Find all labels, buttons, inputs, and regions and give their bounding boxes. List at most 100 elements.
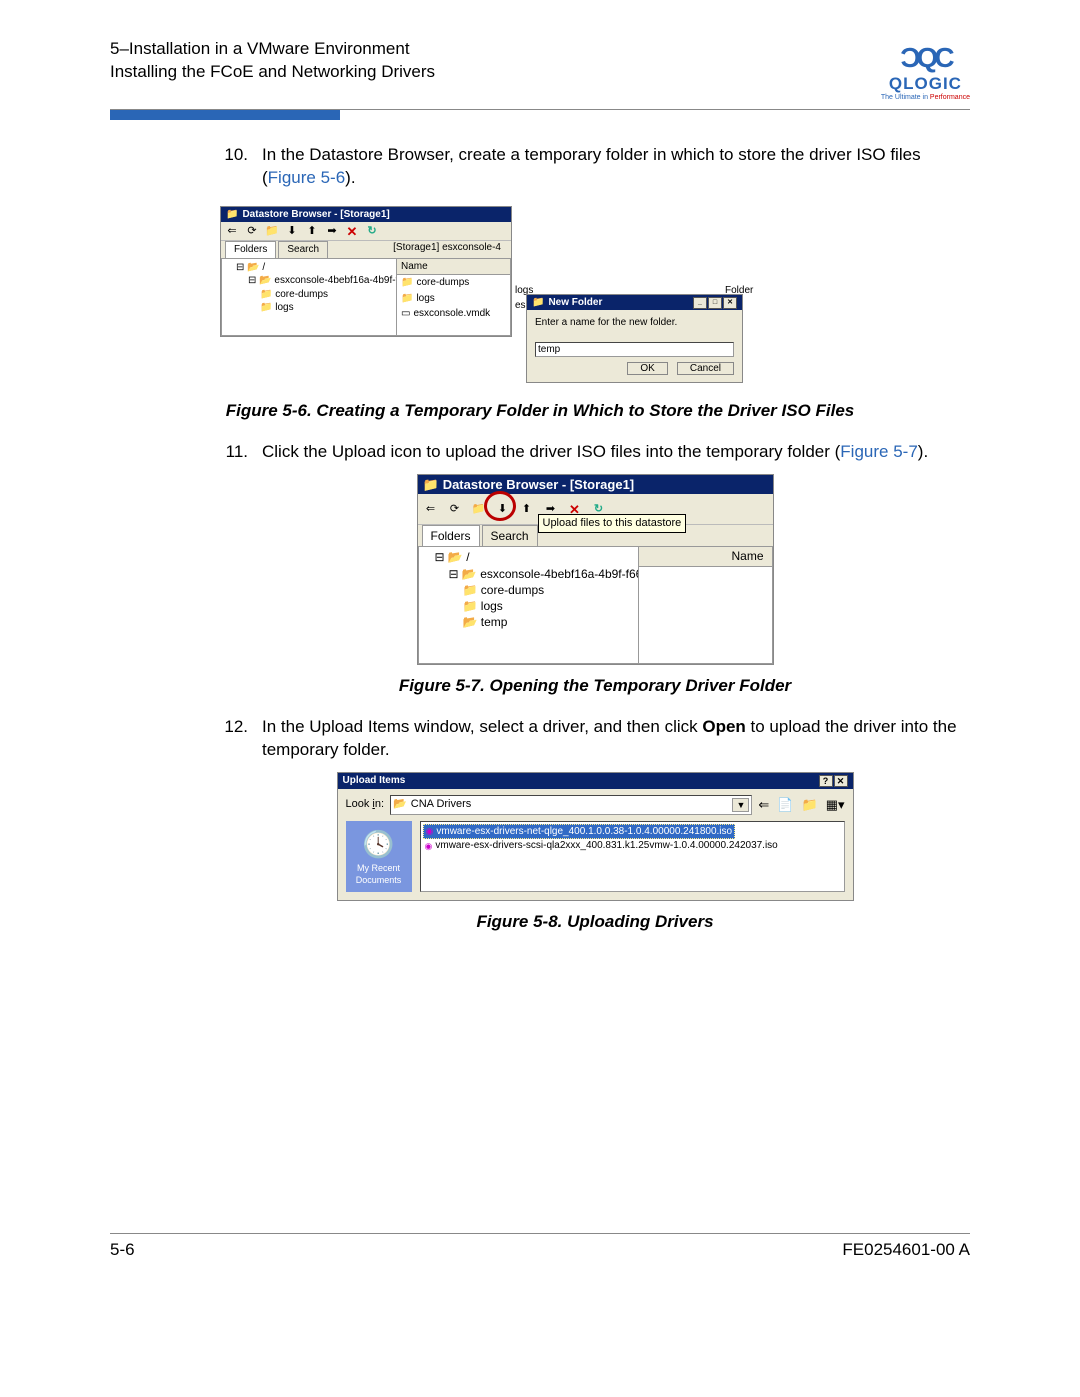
file-list[interactable]: Name 📁core-dumps 📁logs ▭esxconsole.vmdk bbox=[397, 258, 511, 336]
dialog-titlebar[interactable]: 📁 New Folder _ □ ✕ bbox=[527, 295, 742, 311]
tree-toggle-icon[interactable]: ⊟ bbox=[248, 275, 256, 286]
doc-id: FE0254601-00 A bbox=[842, 1240, 970, 1260]
figure-5-7: 📁 Datastore Browser - [Storage1] ⇐ ⟳ 📁 ⬇… bbox=[220, 474, 970, 666]
iso-icon: ◉ bbox=[425, 840, 433, 852]
folder-name-input[interactable] bbox=[535, 342, 734, 357]
toolbar: ⇐ ⟳ 📁 ⬇ ⬆ ➡ ✕ ↻ bbox=[221, 222, 511, 241]
bg-fragment: es bbox=[515, 299, 526, 313]
new-folder-icon[interactable]: 📁 bbox=[265, 224, 279, 238]
dialog-title: Upload Items bbox=[343, 774, 406, 788]
folder-icon: 📂 bbox=[448, 550, 463, 564]
tab-folders[interactable]: Folders bbox=[225, 241, 276, 258]
look-in-label: Look in: bbox=[346, 797, 385, 812]
folder-tree[interactable]: ⊟ 📂 / ⊟ 📂 esxconsole-4bebf16a-4b9f-f668 … bbox=[221, 258, 397, 336]
tree-toggle-icon[interactable]: ⊟ bbox=[449, 567, 459, 581]
toolbar-icon[interactable]: ⇐ bbox=[424, 502, 438, 516]
window-title: Datastore Browser - [Storage1] bbox=[242, 208, 389, 222]
step-text: Click the Upload icon to upload the driv… bbox=[262, 441, 928, 464]
upload-items-dialog: Upload Items ? ✕ Look in: 📂 CNA Drivers … bbox=[337, 772, 854, 901]
move-icon[interactable]: ➡ bbox=[325, 224, 339, 238]
upload-icon[interactable]: ⬇ bbox=[285, 224, 299, 238]
close-icon[interactable]: ✕ bbox=[834, 775, 848, 787]
datastore-browser-window: 📁 Datastore Browser - [Storage1] ⇐ ⟳ 📁 ⬇… bbox=[417, 474, 774, 666]
file-row[interactable]: ◉vmware-esx-drivers-scsi-qla2xxx_400.831… bbox=[423, 839, 780, 853]
back-icon[interactable]: ⇐ bbox=[758, 796, 769, 814]
folder-icon: 📁 bbox=[463, 583, 478, 597]
header-line2: Installing the FCoE and Networking Drive… bbox=[110, 61, 435, 84]
folder-icon: 📂 bbox=[462, 567, 477, 581]
page-number: 5-6 bbox=[110, 1240, 135, 1260]
nav-icons: ⇐ 📄 📁 ▦▾ bbox=[758, 796, 844, 814]
column-name: Name bbox=[401, 260, 428, 274]
app-icon: 📁 bbox=[532, 296, 544, 310]
tab-search[interactable]: Search bbox=[278, 241, 328, 258]
tab-search[interactable]: Search bbox=[482, 525, 538, 546]
folder-icon: 📂 bbox=[463, 615, 478, 629]
step-number: 11. bbox=[220, 441, 248, 464]
file-row-selected[interactable]: ◉vmware-esx-drivers-net-qlge_400.1.0.0.3… bbox=[423, 824, 736, 840]
app-icon: 📁 bbox=[226, 208, 238, 222]
logo-word: QLOGIC bbox=[881, 74, 970, 94]
delete-icon[interactable]: ✕ bbox=[345, 224, 359, 238]
header-text: 5–Installation in a VMware Environment I… bbox=[110, 38, 435, 84]
window-titlebar[interactable]: 📁 Datastore Browser - [Storage1] bbox=[418, 475, 773, 495]
tree-toggle-icon[interactable]: ⊟ bbox=[236, 262, 244, 273]
close-icon[interactable]: ✕ bbox=[723, 297, 737, 309]
help-icon[interactable]: ? bbox=[819, 775, 833, 787]
cancel-button[interactable]: Cancel bbox=[677, 362, 734, 375]
look-in-combo[interactable]: 📂 CNA Drivers ▼ bbox=[390, 795, 752, 815]
recent-docs-icon: 🕓 bbox=[348, 827, 410, 862]
column-name: Name bbox=[731, 548, 763, 564]
download-icon[interactable]: ⬆ bbox=[305, 224, 319, 238]
places-bar[interactable]: 🕓 My RecentDocuments bbox=[346, 821, 412, 892]
iso-icon: ◉ bbox=[426, 825, 434, 837]
file-list[interactable]: ◉vmware-esx-drivers-net-qlge_400.1.0.0.3… bbox=[420, 821, 845, 892]
qlogic-logo: ƆQC QLOGIC The Ultimate in Performance bbox=[881, 42, 970, 101]
folder-icon: 📁 bbox=[401, 292, 413, 306]
maximize-icon[interactable]: □ bbox=[708, 297, 722, 309]
caption-5-8: Figure 5-8. Uploading Drivers bbox=[220, 911, 970, 934]
places-label: My RecentDocuments bbox=[348, 862, 410, 886]
file-list[interactable]: Name bbox=[639, 546, 773, 664]
logo-tagline: The Ultimate in Performance bbox=[881, 94, 970, 101]
step-11: 11. Click the Upload icon to upload the … bbox=[220, 441, 970, 464]
minimize-icon[interactable]: _ bbox=[693, 297, 707, 309]
step-number: 12. bbox=[220, 716, 248, 762]
dialog-titlebar[interactable]: Upload Items ? ✕ bbox=[338, 773, 853, 789]
figure-link[interactable]: Figure 5-6 bbox=[268, 168, 345, 187]
figure-5-6: 📁 Datastore Browser - [Storage1] ⇐ ⟳ 📁 ⬇… bbox=[220, 200, 970, 390]
figure-link[interactable]: Figure 5-7 bbox=[840, 442, 917, 461]
look-in-value: CNA Drivers bbox=[411, 797, 472, 812]
step-12: 12. In the Upload Items window, select a… bbox=[220, 716, 970, 762]
toolbar-icon[interactable]: ⟳ bbox=[245, 224, 259, 238]
folder-tree[interactable]: ⊟ 📂 / ⊟ 📂 esxconsole-4bebf16a-4b9f-f668 … bbox=[418, 546, 639, 664]
up-icon[interactable]: 📄 bbox=[777, 796, 793, 814]
step-number: 10. bbox=[220, 144, 248, 190]
tree-toggle-icon[interactable]: ⊟ bbox=[435, 550, 445, 564]
qlogic-glyph-icon: ƆQC bbox=[881, 42, 970, 74]
ok-button[interactable]: OK bbox=[627, 362, 667, 375]
view-menu-icon[interactable]: ▦▾ bbox=[826, 796, 845, 814]
caption-5-7: Figure 5-7. Opening the Temporary Driver… bbox=[220, 675, 970, 698]
step-text: In the Upload Items window, select a dri… bbox=[262, 716, 970, 762]
tooltip: Upload files to this datastore bbox=[538, 514, 687, 533]
folder-icon: 📂 bbox=[247, 262, 259, 273]
new-folder-dialog: 📁 New Folder _ □ ✕ Enter a name for the … bbox=[526, 294, 743, 383]
folder-icon: 📁 bbox=[401, 276, 413, 290]
folder-icon: 📂 bbox=[259, 275, 271, 286]
toolbar: ⇐ ⟳ 📁 ⬇ ⬆ ➡ ✕ ↻ Upload files to this dat… bbox=[418, 494, 773, 525]
dropdown-arrow-icon[interactable]: ▼ bbox=[732, 798, 749, 812]
dialog-title: New Folder bbox=[548, 296, 602, 310]
datastore-browser-window: 📁 Datastore Browser - [Storage1] ⇐ ⟳ 📁 ⬇… bbox=[220, 206, 512, 337]
caption-5-6: Figure 5-6. Creating a Temporary Folder … bbox=[110, 400, 970, 423]
folder-icon: 📁 bbox=[463, 599, 478, 613]
footer: 5-6 FE0254601-00 A bbox=[110, 1233, 970, 1260]
toolbar-icon[interactable]: ⟳ bbox=[448, 502, 462, 516]
new-folder-icon[interactable]: 📁 bbox=[802, 796, 818, 814]
tab-folders[interactable]: Folders bbox=[422, 525, 480, 546]
toolbar-icon[interactable]: ⇐ bbox=[225, 224, 239, 238]
refresh-icon[interactable]: ↻ bbox=[365, 224, 379, 238]
window-titlebar[interactable]: 📁 Datastore Browser - [Storage1] bbox=[221, 207, 511, 223]
download-icon[interactable]: ⬆ bbox=[520, 502, 534, 516]
folder-icon: 📁 bbox=[260, 289, 272, 300]
